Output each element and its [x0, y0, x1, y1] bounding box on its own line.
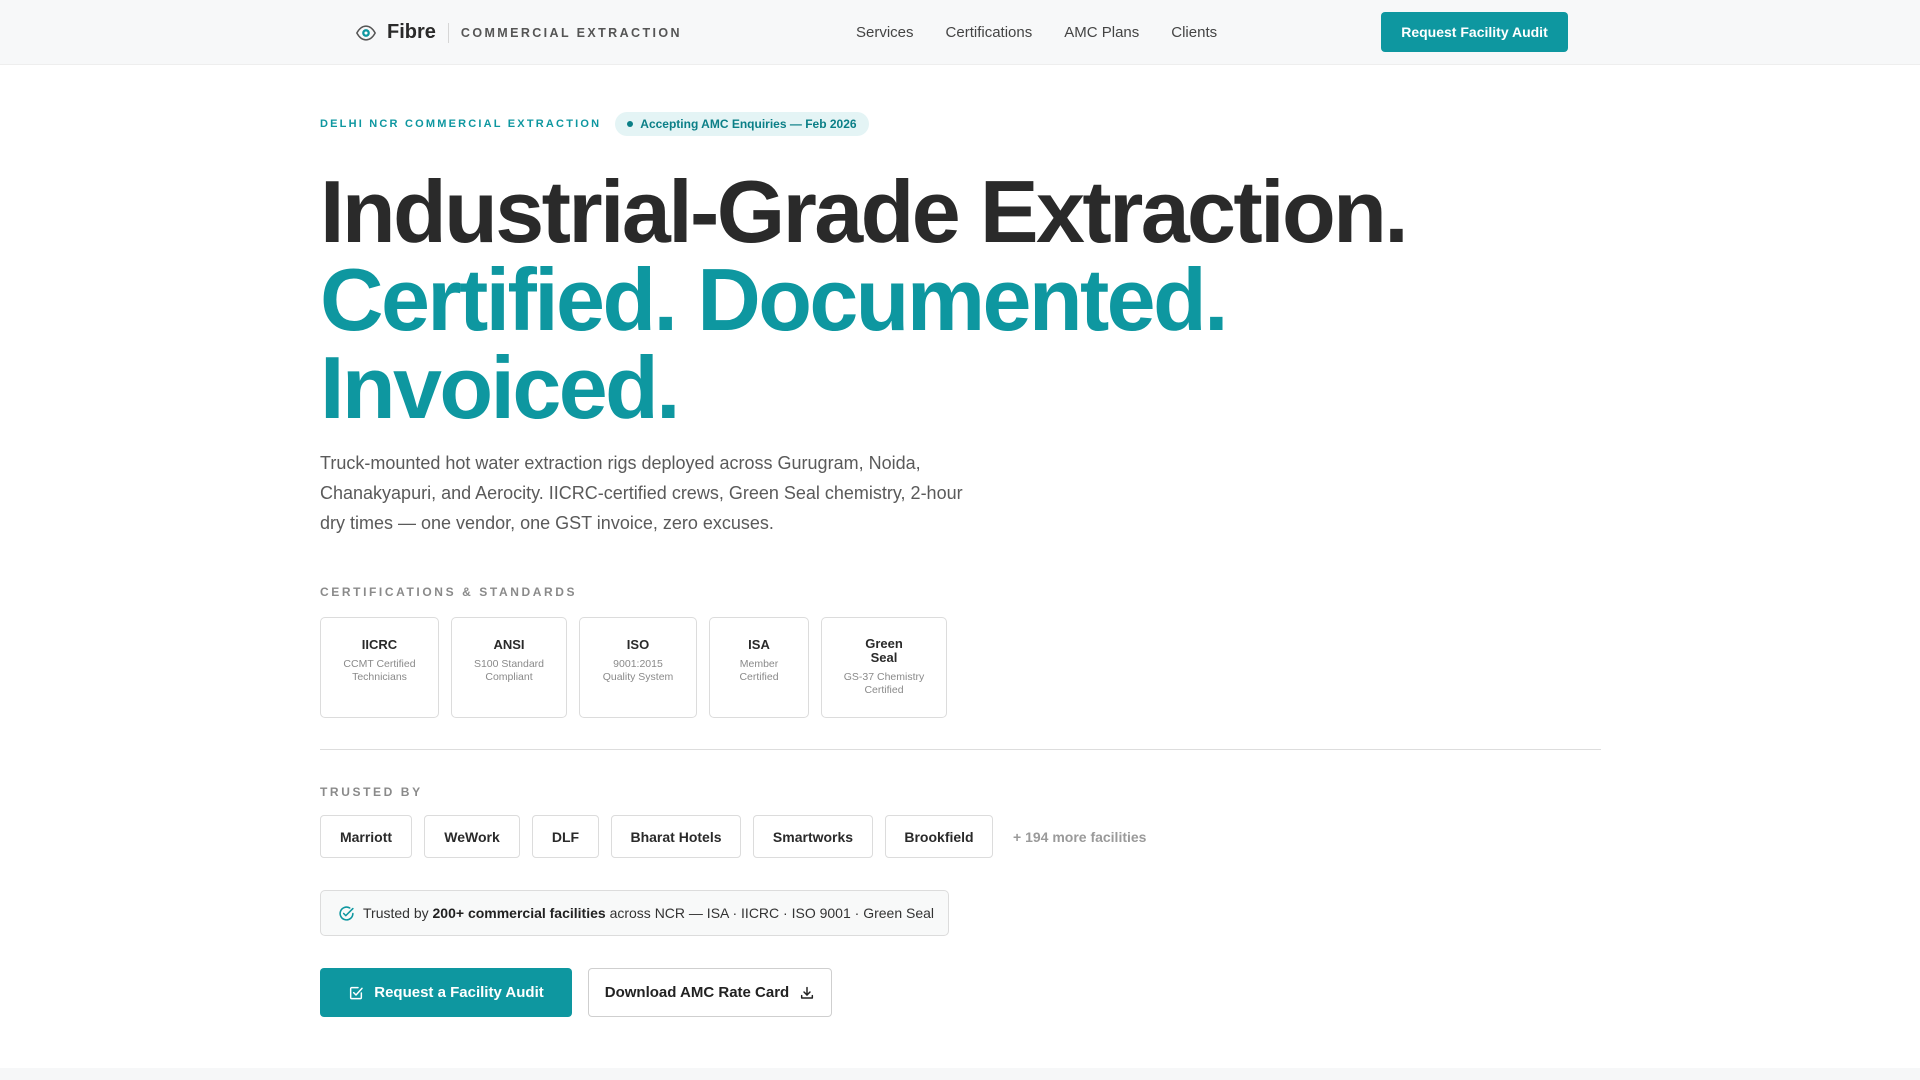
cert-card-isa: ISA Member Certified: [709, 617, 809, 718]
checkbox-icon: [350, 986, 363, 999]
client-logo-list: Marriott WeWork DLF Bharat Hotels Smartw…: [320, 815, 1146, 858]
cert-subtitle-line: 9001:2015: [613, 658, 663, 670]
brand-tagline: COMMERCIAL EXTRACTION: [460, 25, 682, 40]
section-divider: [320, 749, 1601, 750]
brand-divider: [447, 22, 449, 43]
cert-subtitle-line: CCMT Certified: [343, 658, 416, 670]
cert-subtitle-line: Quality System: [602, 671, 674, 683]
cert-subtitle: 9001:2015 Quality System: [588, 658, 688, 684]
cert-title: ISO: [626, 637, 650, 652]
top-nav: Fibre COMMERCIAL EXTRACTION Services Cer…: [0, 0, 1920, 65]
cert-subtitle-line: Compliant: [485, 671, 533, 683]
cert-subtitle: CCMT Certified Technicians: [329, 658, 430, 684]
more-facilities-link[interactable]: + 194 more facilities: [1013, 829, 1146, 845]
certifications-label: CERTIFICATIONS & STANDARDS: [320, 585, 578, 599]
nav-link-clients[interactable]: Clients: [1171, 24, 1217, 41]
nav-link-amc-plans[interactable]: AMC Plans: [1064, 24, 1139, 41]
download-icon: [801, 986, 814, 999]
footer-band: [0, 1068, 1920, 1080]
brand[interactable]: Fibre COMMERCIAL EXTRACTION: [355, 0, 682, 65]
trust-banner-highlight: 200+ commercial facilities: [432, 905, 606, 921]
cert-card-iso: ISO 9001:2015 Quality System: [579, 617, 697, 718]
cert-subtitle: S100 Standard Compliant: [460, 658, 558, 684]
brand-name: Fibre: [387, 21, 436, 43]
trust-banner-suffix: across NCR — ISA · IICRC · ISO 9001 · Gr…: [605, 905, 935, 921]
cert-subtitle: GS-37 Chemistry Certified: [830, 671, 938, 697]
eyebrow-row: DELHI NCR COMMERCIAL EXTRACTION Acceptin…: [320, 112, 869, 136]
trust-banner: Trusted by 200+ commercial facilities ac…: [320, 890, 949, 936]
cert-title: IICRC: [361, 637, 398, 652]
cert-subtitle-line: S100 Standard: [473, 658, 545, 670]
check-circle-icon: [339, 905, 354, 921]
status-pill: Accepting AMC Enquiries — Feb 2026: [615, 112, 869, 136]
certifications-list: IICRC CCMT Certified Technicians ANSI S1…: [320, 617, 959, 718]
hero-headline: Industrial-Grade Extraction. Certified. …: [320, 162, 1409, 437]
cert-subtitle-line: Technicians: [352, 671, 407, 683]
headline-line-2: Certified. Documented.: [320, 250, 1229, 349]
headline-line-3: Invoiced.: [320, 338, 681, 437]
trusted-by-label: TRUSTED BY: [320, 785, 423, 799]
cert-title: ISA: [748, 637, 770, 652]
nav-links: Services Certifications AMC Plans Client…: [856, 0, 1249, 65]
headline-line-1: Industrial-Grade Extraction.: [320, 162, 1409, 261]
cert-card-ansi: ANSI S100 Standard Compliant: [451, 617, 567, 718]
cert-card-green-seal: Green Seal GS-37 Chemistry Certified: [821, 617, 947, 718]
trust-banner-prefix: Trusted by: [363, 905, 433, 921]
request-audit-button[interactable]: Request a Facility Audit: [320, 968, 572, 1017]
eyebrow: DELHI NCR COMMERCIAL EXTRACTION: [320, 118, 602, 130]
client-dlf: DLF: [532, 815, 599, 858]
request-audit-label: Request a Facility Audit: [374, 984, 544, 1001]
hero-lede: Truck-mounted hot water extraction rigs …: [320, 453, 963, 533]
nav-link-services[interactable]: Services: [856, 24, 914, 41]
download-rate-card-button[interactable]: Download AMC Rate Card: [588, 968, 832, 1017]
client-brookfield: Brookfield: [885, 815, 993, 858]
cert-subtitle-line: Member: [739, 658, 779, 670]
nav-link-certifications[interactable]: Certifications: [946, 24, 1033, 41]
client-wework: WeWork: [424, 815, 520, 858]
eye-icon: [355, 24, 377, 41]
cert-title: ANSI: [493, 637, 525, 652]
client-smartworks: Smartworks: [753, 815, 873, 858]
client-marriott: Marriott: [320, 815, 412, 858]
status-pill-label: Accepting AMC Enquiries — Feb 2026: [640, 117, 857, 131]
status-dot-icon: [627, 121, 634, 127]
request-facility-audit-button[interactable]: Request Facility Audit: [1381, 12, 1568, 52]
cert-title: Green Seal: [865, 636, 903, 665]
cert-card-iicrc: IICRC CCMT Certified Technicians: [320, 617, 439, 718]
cert-subtitle-line: Certified: [864, 684, 904, 696]
client-bharat-hotels: Bharat Hotels: [611, 815, 741, 858]
cert-subtitle-line: Certified: [739, 671, 779, 683]
cert-subtitle: Member Certified: [718, 658, 800, 684]
cert-subtitle-line: GS-37 Chemistry: [843, 671, 925, 683]
download-rate-card-label: Download AMC Rate Card: [604, 984, 790, 1001]
